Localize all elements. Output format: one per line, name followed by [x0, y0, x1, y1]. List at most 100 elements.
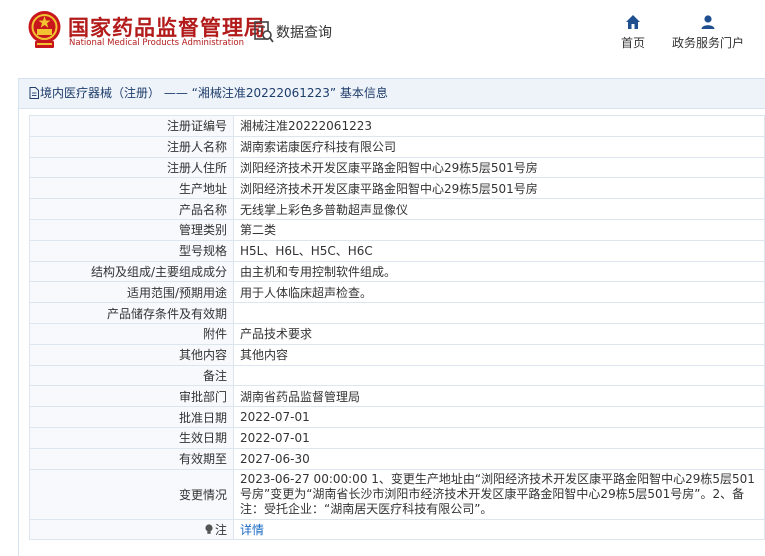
field-label: 变更情况 [29, 468, 234, 520]
field-value-text: 第二类 [240, 223, 277, 238]
site-header: 国家药品监督管理局 National Medical Products Admi… [0, 0, 765, 68]
data-query-link[interactable]: 数据查询 [276, 22, 332, 42]
field-label: 适用范围/预期用途 [29, 281, 234, 304]
lightbulb-icon [205, 524, 213, 534]
nav-portal-label: 政务服务门户 [671, 36, 744, 50]
field-label-text: 生效日期 [178, 431, 227, 446]
registration-info-table: 注册证编号 湘械注准20222061223 注册人名称 湖南索诺康医疗科技有限公司 注册… [29, 115, 765, 541]
field-label-text: 注 [214, 522, 227, 537]
field-value: 浏阳经济技术开发区康平路金阳智中心29栋5层501号房 [233, 177, 765, 200]
field-value-text: 2022-07-01 [240, 430, 310, 445]
field-label: 产品储存条件及有效期 [29, 302, 234, 324]
table-row: 注册人名称 湖南索诺康医疗科技有限公司 [29, 135, 765, 158]
field-label: 有效期至 [29, 447, 234, 470]
field-label-text: 变更情况 [178, 487, 227, 502]
field-label: 注册证编号 [29, 115, 234, 137]
data-query-icon[interactable] [254, 21, 274, 43]
table-row: 适用范围/预期用途 用于人体临床超声检查。 [29, 281, 765, 304]
field-label: 结构及组成/主要组成成分 [29, 260, 234, 283]
field-value: 由主机和专用控制软件组成。 [233, 260, 765, 283]
field-value: 2022-07-01 [233, 426, 765, 449]
field-value: 湖南索诺康医疗科技有限公司 [233, 135, 765, 158]
table-row: 有效期至 2027-06-30 [29, 447, 765, 470]
document-icon [29, 87, 39, 99]
field-label-text: 结构及组成/主要组成成分 [90, 264, 227, 279]
field-label: 其他内容 [29, 343, 234, 366]
user-icon [701, 15, 715, 29]
table-row: 管理类别 第二类 [29, 218, 765, 241]
field-value-text: 2027-06-30 [240, 451, 310, 466]
field-label-text: 产品名称 [178, 202, 227, 217]
field-value: 2023-06-27 00:00:00 1、变更生产地址由“浏阳经济技术开发区康… [233, 468, 765, 520]
table-row: 生产地址 浏阳经济技术开发区康平路金阳智中心29栋5层501号房 [29, 177, 765, 200]
field-label-text: 管理类别 [178, 223, 227, 238]
field-label: 型号规格 [29, 239, 234, 262]
field-value-text: 湘械注准20222061223 [240, 119, 372, 134]
field-label-text: 审批部门 [178, 389, 227, 404]
field-label-text: 适用范围/预期用途 [126, 285, 227, 300]
nav-home-label: 首页 [620, 36, 645, 50]
field-value: H5L、H6L、H5C、H6C [233, 239, 765, 262]
table-row: 其他内容 其他内容 [29, 343, 765, 366]
field-value-text: 湖南索诺康医疗科技有限公司 [240, 140, 397, 155]
field-value [233, 302, 765, 324]
field-label-text: 附件 [202, 327, 227, 342]
field-value-text: 浏阳经济技术开发区康平路金阳智中心29栋5层501号房 [240, 181, 538, 196]
field-label: 备注 [29, 364, 234, 387]
national-emblem-icon [28, 11, 61, 48]
nav-portal[interactable]: 政务服务门户 [671, 14, 745, 51]
field-label: 注册人住所 [29, 156, 234, 179]
table-row: 注册证编号 湘械注准20222061223 [29, 115, 765, 137]
field-label-text: 注册证编号 [166, 119, 227, 134]
table-row: 批准日期 2022-07-01 [29, 406, 765, 428]
field-label-text: 生产地址 [178, 181, 227, 196]
field-value: 无线掌上彩色多普勒超声显像仪 [233, 198, 765, 220]
detail-link[interactable]: 详情 [240, 523, 264, 537]
table-row: 结构及组成/主要组成成分 由主机和专用控制软件组成。 [29, 260, 765, 283]
field-value: 湖南省药品监督管理局 [233, 385, 765, 408]
field-label: 生效日期 [29, 426, 234, 449]
table-row: 附件 产品技术要求 [29, 322, 765, 345]
field-value: 湘械注准20222061223 [233, 115, 765, 137]
field-label: 生产地址 [29, 177, 234, 200]
nav-home[interactable]: 首页 [619, 14, 647, 51]
field-value-text: 2023-06-27 00:00:00 1、变更生产地址由“浏阳经济技术开发区康… [240, 471, 755, 516]
field-label-text: 产品储存条件及有效期 [106, 306, 227, 321]
table-row: 产品储存条件及有效期 [29, 302, 765, 324]
table-row: 生效日期 2022-07-01 [29, 426, 765, 449]
field-label: 注册人名称 [29, 135, 234, 158]
panel-title: 境内医疗器械（注册） —— “湘械注准20222061223” 基本信息 [40, 86, 388, 100]
field-value-text: 其他内容 [240, 348, 289, 363]
field-value: 2022-07-01 [233, 406, 765, 428]
field-value-text: 无线掌上彩色多普勒超声显像仪 [240, 202, 409, 217]
field-label: 管理类别 [29, 218, 234, 241]
field-label-text: 型号规格 [178, 244, 227, 259]
field-value-text: 2022-07-01 [240, 410, 310, 425]
field-label: 附件 [29, 322, 234, 345]
field-value: 其他内容 [233, 343, 765, 366]
field-label: 批准日期 [29, 406, 234, 428]
table-row: 型号规格 H5L、H6L、H5C、H6C [29, 239, 765, 262]
panel-header: 境内医疗器械（注册） —— “湘械注准20222061223” 基本信息 [19, 79, 765, 109]
field-value: 产品技术要求 [233, 322, 765, 345]
table-row: 备注 [29, 364, 765, 387]
field-value-text: 由主机和专用控制软件组成。 [240, 264, 397, 279]
table-row: 变更情况 2023-06-27 00:00:00 1、变更生产地址由“浏阳经济技术… [29, 468, 765, 520]
field-value-text: H5L、H6L、H5C、H6C [240, 244, 373, 259]
field-value: 浏阳经济技术开发区康平路金阳智中心29栋5层501号房 [233, 156, 765, 179]
field-value-text: 湖南省药品监督管理局 [240, 389, 361, 404]
field-label-text: 有效期至 [178, 452, 227, 467]
table-row: 审批部门 湖南省药品监督管理局 [29, 385, 765, 408]
field-value-text: 用于人体临床超声检查。 [240, 285, 373, 300]
field-label-text: 批准日期 [178, 410, 227, 425]
site-subtitle: National Medical Products Administration [69, 38, 244, 48]
table-row: 产品名称 无线掌上彩色多普勒超声显像仪 [29, 198, 765, 220]
field-value-text: 浏阳经济技术开发区康平路金阳智中心29栋5层501号房 [240, 160, 538, 175]
field-value: 用于人体临床超声检查。 [233, 281, 765, 304]
field-value: 详情 [233, 518, 765, 541]
table-row: 注册人住所 浏阳经济技术开发区康平路金阳智中心29栋5层501号房 [29, 156, 765, 179]
field-label-text: 注册人名称 [166, 140, 227, 155]
field-label: 审批部门 [29, 385, 234, 408]
table-row: 注详情 [29, 518, 765, 541]
field-value-text: 产品技术要求 [240, 327, 313, 342]
